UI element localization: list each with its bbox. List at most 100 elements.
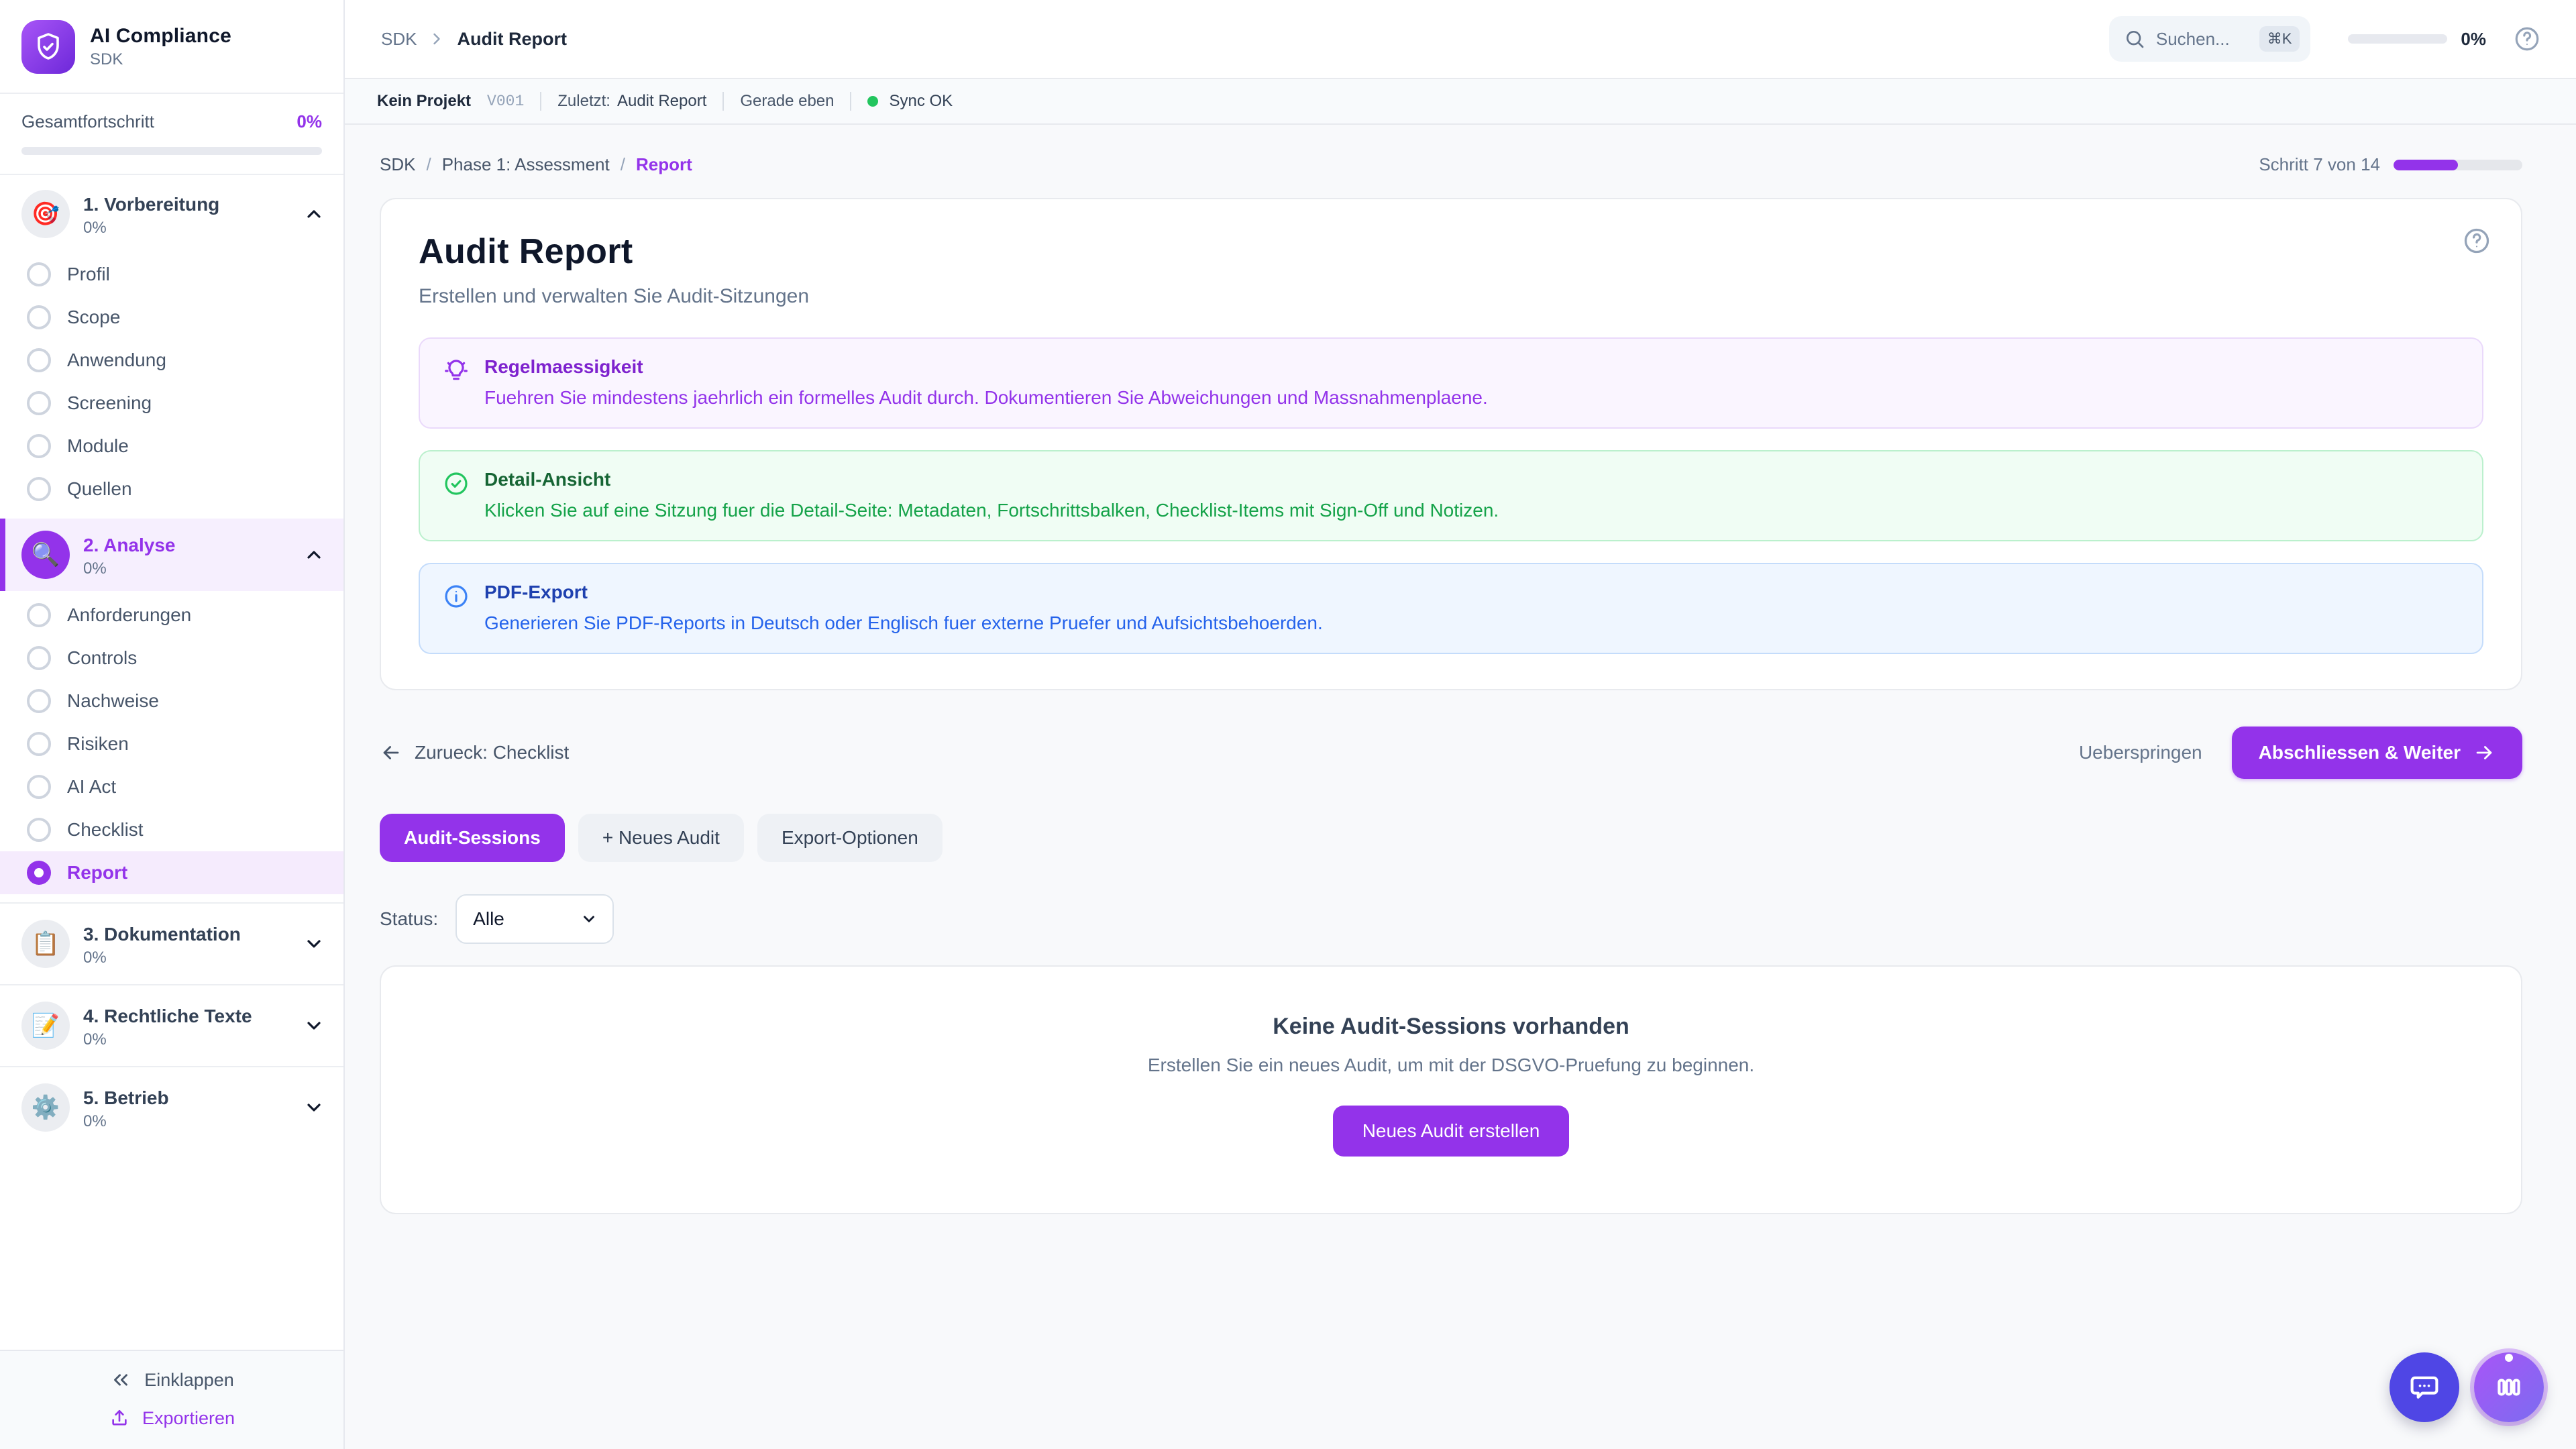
- header-progress: 0%: [2348, 29, 2486, 50]
- sidebar-item-screening[interactable]: Screening: [0, 382, 343, 425]
- upload-icon: [109, 1407, 130, 1429]
- main-region: SDK Audit Report Suchen... ⌘K 0%: [345, 0, 2576, 1449]
- radio-icon: [27, 732, 51, 756]
- app-subtitle: SDK: [90, 50, 231, 69]
- sidebar-item-report[interactable]: Report: [0, 851, 343, 894]
- sidebar-item-label: AI Act: [67, 776, 116, 798]
- app-logo-text: AI Compliance SDK: [90, 25, 231, 69]
- radio-icon: [27, 818, 51, 842]
- section-percent: 0%: [83, 559, 290, 578]
- create-audit-button[interactable]: Neues Audit erstellen: [1333, 1106, 1570, 1157]
- chat-button[interactable]: [2390, 1352, 2459, 1422]
- audit-report-card: Audit Report Erstellen und verwalten Sie…: [380, 198, 2522, 690]
- sidebar-item-profil[interactable]: Profil: [0, 253, 343, 296]
- help-button[interactable]: [2513, 25, 2541, 53]
- overall-progress-value: 0%: [297, 111, 322, 132]
- search-input[interactable]: Suchen... ⌘K: [2109, 16, 2311, 62]
- divider: [722, 92, 724, 111]
- skip-button[interactable]: Ueberspringen: [2079, 742, 2202, 763]
- step-progress-bar: [2394, 160, 2522, 170]
- info-box-title: Detail-Ansicht: [484, 469, 1499, 490]
- divider: [540, 92, 541, 111]
- chevron-up-icon: [303, 203, 325, 225]
- crumb-separator: /: [426, 154, 431, 175]
- section-analyse-icon: 🔍: [21, 531, 70, 579]
- sidebar-item-label: Quellen: [67, 478, 132, 500]
- header-progress-bar: [2348, 34, 2447, 44]
- info-box-body: Generieren Sie PDF-Reports in Deutsch od…: [484, 612, 1323, 634]
- empty-state-title: Keine Audit-Sessions vorhanden: [408, 1014, 2494, 1040]
- shield-check-icon: [21, 20, 75, 74]
- page-subtitle: Erstellen und verwalten Sie Audit-Sitzun…: [419, 285, 2483, 308]
- collapse-sidebar-button[interactable]: Einklappen: [109, 1368, 234, 1391]
- section-title: 5. Betrieb: [83, 1087, 169, 1108]
- crumb-separator: /: [621, 154, 625, 175]
- status-filter-select[interactable]: Alle: [455, 894, 614, 944]
- sidebar-item-nachweise[interactable]: Nachweise: [0, 680, 343, 722]
- sidebar-item-checklist[interactable]: Checklist: [0, 808, 343, 851]
- check-circle-icon: [443, 470, 470, 521]
- complete-next-label: Abschliessen & Weiter: [2259, 742, 2461, 763]
- section-title: 3. Dokumentation: [83, 924, 241, 945]
- sidebar-item-label: Scope: [67, 307, 120, 328]
- info-box-content: PDF-ExportGenerieren Sie PDF-Reports in …: [484, 582, 1323, 634]
- crumb-current: Report: [636, 154, 692, 175]
- sidebar-item-risiken[interactable]: Risiken: [0, 722, 343, 765]
- columns-icon: [2492, 1371, 2526, 1404]
- info-boxes: RegelmaessigkeitFuehren Sie mindestens j…: [419, 337, 2483, 654]
- radio-icon: [27, 775, 51, 799]
- radio-icon: [27, 262, 51, 286]
- overall-progress: Gesamtfortschritt 0%: [0, 94, 343, 175]
- crumb-phase[interactable]: Phase 1: Assessment: [442, 154, 610, 175]
- sidebar-section-vorbereitung[interactable]: 🎯1. Vorbereitung0%: [0, 178, 343, 250]
- sidebar-item-scope[interactable]: Scope: [0, 296, 343, 339]
- sidebar-section-dokumentation[interactable]: 📋3. Dokumentation0%: [0, 902, 343, 984]
- app-root: AI Compliance SDK Gesamtfortschritt 0% 🎯…: [0, 0, 2576, 1449]
- section-dokumentation-icon: 📋: [21, 920, 70, 968]
- chevron-down-icon: [303, 1015, 325, 1036]
- breadcrumb-current: Audit Report: [457, 29, 566, 50]
- chevron-down-icon: [303, 1097, 325, 1118]
- panels-button[interactable]: [2474, 1352, 2544, 1422]
- sidebar-section-rechtliche-texte[interactable]: 📝4. Rechtliche Texte0%: [0, 984, 343, 1066]
- empty-state-card: Keine Audit-Sessions vorhanden Erstellen…: [380, 965, 2522, 1214]
- collapse-sidebar-label: Einklappen: [144, 1370, 234, 1391]
- tab-audit-sessions[interactable]: Audit-Sessions: [380, 814, 565, 862]
- card-help-button[interactable]: [2462, 226, 2491, 256]
- sidebar: AI Compliance SDK Gesamtfortschritt 0% 🎯…: [0, 0, 345, 1449]
- breadcrumb-root[interactable]: SDK: [381, 29, 417, 50]
- tab-export-optionen[interactable]: Export-Optionen: [757, 814, 943, 862]
- back-button[interactable]: Zurueck: Checklist: [380, 741, 569, 764]
- divider: [850, 92, 851, 111]
- sidebar-item-label: Profil: [67, 264, 110, 285]
- sidebar-item-label: Anforderungen: [67, 604, 191, 626]
- info-box-detail-ansicht: Detail-AnsichtKlicken Sie auf eine Sitzu…: [419, 450, 2483, 541]
- sync-status-label: Sync OK: [889, 92, 953, 111]
- sidebar-item-label: Report: [67, 862, 127, 883]
- floating-buttons: [2390, 1352, 2544, 1422]
- info-box-body: Fuehren Sie mindestens jaehrlich ein for…: [484, 387, 1488, 409]
- radio-icon: [27, 305, 51, 329]
- sidebar-item-ai-act[interactable]: AI Act: [0, 765, 343, 808]
- section-rechtliche-texte-icon: 📝: [21, 1002, 70, 1050]
- sidebar-section-betrieb[interactable]: ⚙️5. Betrieb0%: [0, 1066, 343, 1148]
- export-button[interactable]: Exportieren: [109, 1407, 235, 1429]
- radio-icon: [27, 434, 51, 458]
- status-filter-label: Status:: [380, 908, 438, 930]
- sidebar-item-module[interactable]: Module: [0, 425, 343, 468]
- section-analyse-items: Anforderungen ControlsNachweiseRisiken AI …: [0, 591, 343, 902]
- crumb-project[interactable]: SDK: [380, 154, 415, 175]
- sidebar-item-anwendung[interactable]: Anwendung: [0, 339, 343, 382]
- sidebar-item-controls[interactable]: Controls: [0, 637, 343, 680]
- page-title: Audit Report: [419, 231, 2483, 272]
- sidebar-item-quellen[interactable]: Quellen: [0, 468, 343, 511]
- top-bar: SDK Audit Report Suchen... ⌘K 0%: [345, 0, 2576, 79]
- sidebar-section-analyse[interactable]: 🔍2. Analyse0%: [0, 519, 343, 591]
- section-percent: 0%: [83, 219, 290, 237]
- complete-next-button[interactable]: Abschliessen & Weiter: [2232, 727, 2522, 779]
- export-label: Exportieren: [142, 1408, 235, 1429]
- info-box-content: Detail-AnsichtKlicken Sie auf eine Sitzu…: [484, 469, 1499, 521]
- section-title: 1. Vorbereitung: [83, 194, 219, 215]
- sidebar-item-anforderungen[interactable]: Anforderungen: [0, 594, 343, 637]
- tab-neues-audit[interactable]: + Neues Audit: [578, 814, 744, 862]
